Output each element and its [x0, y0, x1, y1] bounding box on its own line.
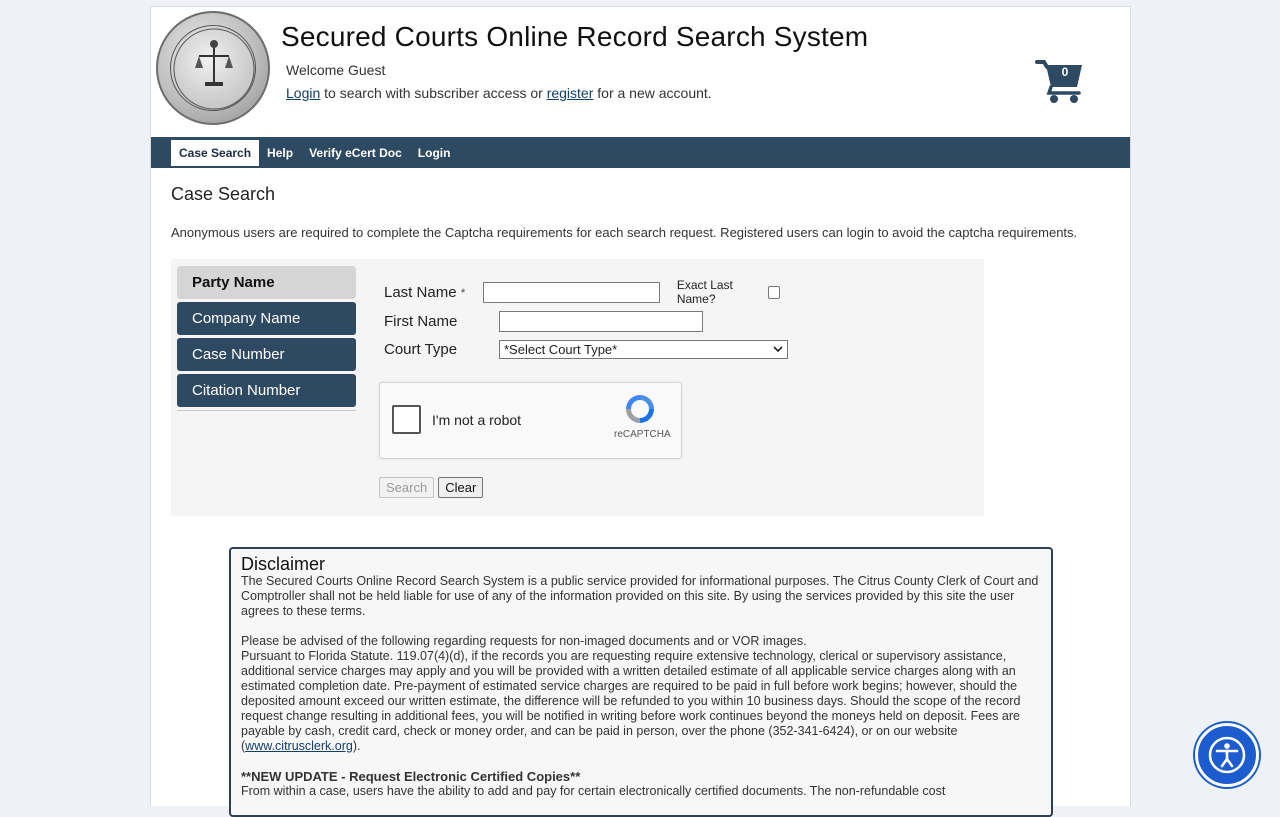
disclaimer-update-title: **NEW UPDATE - Request Electronic Certif… [241, 769, 581, 784]
last-name-label: Last Name * [384, 284, 483, 301]
login-link[interactable]: Login [286, 85, 320, 101]
accessibility-button[interactable] [1195, 723, 1259, 787]
scales-of-justice-icon [173, 28, 255, 110]
cart-count-badge: 0 [1061, 65, 1069, 79]
recaptcha-label: I'm not a robot [432, 412, 522, 428]
exact-last-name-label: Exact Last Name? [676, 278, 733, 306]
form-buttons: Search Clear [379, 477, 484, 498]
tab-party-name[interactable]: Party Name [177, 266, 356, 299]
main-content: Case Search Anonymous users are required… [171, 184, 1111, 516]
nav-login[interactable]: Login [410, 140, 459, 166]
required-mark: * [460, 285, 466, 300]
court-type-label: Court Type [384, 340, 458, 358]
disclaimer-title: Disclaimer [241, 554, 326, 574]
citrusclerk-website-link[interactable]: www.citrusclerk.org [245, 739, 353, 753]
tab-citation-number[interactable]: Citation Number [177, 374, 356, 407]
nav-help[interactable]: Help [259, 140, 301, 166]
court-type-select[interactable]: *Select Court Type* [499, 339, 788, 359]
court-type-selected: *Select Court Type* [504, 341, 618, 357]
disclaimer-para-1: The Secured Courts Online Record Search … [241, 574, 1039, 618]
disclaimer-para-2-line-1: Please be advised of the following regar… [241, 634, 807, 648]
first-name-input[interactable] [499, 310, 703, 332]
site-header: Secured Courts Online Record Search Syst… [151, 7, 1130, 137]
page-container: Secured Courts Online Record Search Syst… [150, 6, 1131, 817]
recaptcha-checkbox[interactable] [392, 405, 421, 434]
disclaimer-para-2-body: Pursuant to Florida Statute. 119.07(4)(d… [241, 649, 1021, 753]
page-title: Case Search [171, 184, 276, 204]
login-prompt: Login to search with subscriber access o… [286, 85, 712, 101]
site-title: Secured Courts Online Record Search Syst… [281, 21, 869, 52]
tabs-divider [177, 410, 356, 411]
main-nav: Case Search Help Verify eCert Doc Login [151, 137, 1130, 168]
tab-case-number[interactable]: Case Number [177, 338, 356, 371]
last-name-label-text: Last Name [384, 283, 457, 301]
nav-verify-ecert-doc[interactable]: Verify eCert Doc [301, 140, 410, 166]
disclaimer-box: Disclaimer The Secured Courts Online Rec… [229, 547, 1053, 817]
nav-case-search[interactable]: Case Search [171, 139, 260, 166]
accessibility-icon [1208, 736, 1246, 774]
login-prompt-text-end: for a new account. [593, 85, 712, 101]
search-type-tabs: Party Name Company Name Case Number Cita… [177, 266, 356, 411]
court-type-row: Court Type *Select Court Type* [384, 338, 788, 360]
disclaimer-para-2-end: ). [352, 739, 361, 753]
login-prompt-text: to search with subscriber access or [320, 85, 547, 101]
recaptcha-widget: I'm not a robot reCAPTCHA [379, 382, 682, 459]
clerk-seal-logo [156, 11, 270, 125]
search-panel: Party Name Company Name Case Number Cita… [171, 259, 984, 516]
clear-button[interactable]: Clear [438, 477, 484, 498]
captcha-notice: Anonymous users are required to complete… [171, 225, 1078, 240]
first-name-row: First Name [384, 310, 703, 332]
recaptcha-brand: reCAPTCHA [614, 429, 671, 440]
exact-last-name-checkbox[interactable] [768, 285, 780, 299]
disclaimer-update-body: From within a case, users have the abili… [241, 784, 946, 798]
tab-company-name[interactable]: Company Name [177, 302, 356, 335]
welcome-text: Welcome Guest [286, 62, 386, 78]
disclaimer-para-2: Please be advised of the following regar… [241, 634, 1041, 754]
last-name-row: Last Name * Exact Last Name? [384, 278, 780, 306]
shopping-cart-button[interactable]: 0 [1035, 59, 1089, 105]
search-button[interactable]: Search [379, 477, 435, 498]
last-name-input[interactable] [483, 281, 660, 303]
chevron-down-icon [773, 346, 783, 352]
recaptcha-logo-icon [626, 395, 654, 423]
first-name-label: First Name [384, 312, 458, 330]
register-link[interactable]: register [547, 85, 594, 101]
exact-last-name: Exact Last Name? [677, 278, 780, 306]
